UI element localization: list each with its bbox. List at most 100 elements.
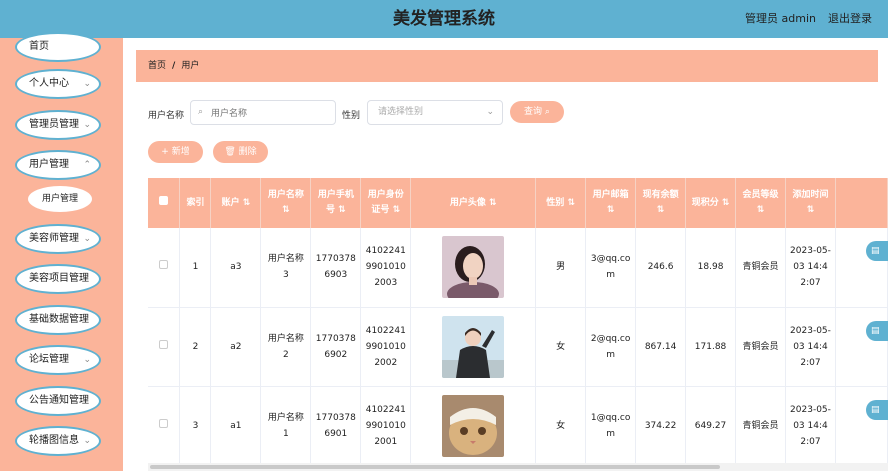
sort-icon[interactable]: ⇅ — [657, 205, 665, 215]
sidebar: 首页 个人中心 ⌄ 管理员管理 ⌄ 用户管理 ⌃ 用户管理 美容师管理 ⌄ 美容项目管理… — [0, 32, 123, 471]
column-header[interactable]: 用户名称 ⇅ — [260, 178, 312, 228]
select-all-checkbox[interactable] — [148, 178, 181, 228]
sort-icon[interactable]: ⇅ — [393, 205, 401, 215]
chevron-down-icon: ⌄ — [83, 79, 91, 89]
sidebar-item-basic-data[interactable]: 基础数据管理 — [15, 305, 101, 335]
table-row: 2 a2 用户名称2 17703786902 41022419901010200… — [148, 307, 888, 387]
name-search-input[interactable] — [191, 102, 335, 126]
actions-column-header — [835, 178, 888, 228]
sort-icon[interactable]: ⇅ — [282, 205, 290, 215]
detail-icon: ▤ — [871, 326, 880, 336]
sidebar-subitem-users[interactable]: 用户管理 — [28, 186, 92, 212]
sidebar-item-users[interactable]: 用户管理 ⌃ — [15, 150, 101, 180]
sort-icon[interactable]: ⇅ — [338, 205, 346, 215]
row-checkbox[interactable] — [148, 228, 181, 308]
column-header-label: 性别 — [546, 197, 565, 208]
column-header-label: 用户手机号 — [317, 190, 354, 215]
cell-index: 2 — [179, 307, 212, 387]
sort-icon[interactable]: ⇅ — [243, 198, 251, 208]
column-header[interactable]: 现积分 ⇅ — [685, 178, 737, 228]
cell-points: 649.27 — [685, 386, 737, 466]
breadcrumb-home[interactable]: 首页 — [148, 61, 166, 71]
name-search-label: 用户名称 — [148, 111, 185, 121]
cell-time: 2023-05-03 14:42:07 — [785, 386, 836, 466]
table-header-row: 索引 账户 ⇅ 用户名称 ⇅ 用户手机号 ⇅ 用户身份证号 ⇅ 用户头像 ⇅ 性… — [148, 178, 888, 228]
sidebar-item-label: 首页 — [29, 41, 49, 52]
sidebar-item-label: 个人中心 — [29, 78, 69, 89]
row-action-button[interactable]: ▤ — [866, 241, 888, 261]
sidebar-item-label: 美容项目管理 — [29, 273, 89, 284]
column-header[interactable]: 会员等级 ⇅ — [735, 178, 786, 228]
cell-account: a1 — [210, 386, 262, 466]
table-row: 3 a1 用户名称1 17703786901 41022419901010200… — [148, 386, 888, 466]
gender-select-placeholder: 请选择性别 — [378, 107, 424, 117]
sort-icon[interactable]: ⇅ — [757, 205, 765, 215]
column-header[interactable]: 现有余额 ⇅ — [635, 178, 687, 228]
column-header: 索引 — [179, 178, 212, 228]
sort-icon[interactable]: ⇅ — [807, 205, 815, 215]
row-checkbox[interactable] — [148, 307, 181, 387]
sidebar-item-label: 轮播图信息 — [29, 435, 79, 446]
sidebar-item-profile[interactable]: 个人中心 ⌄ — [15, 69, 101, 99]
column-header[interactable]: 用户身份证号 ⇅ — [360, 178, 412, 228]
cell-level: 青铜会员 — [735, 307, 786, 387]
sidebar-item-stylists[interactable]: 美容师管理 ⌄ — [15, 224, 101, 254]
sort-icon[interactable]: ⇅ — [607, 205, 615, 215]
cell-index: 3 — [179, 386, 212, 466]
chevron-down-icon: ⌄ — [83, 120, 91, 130]
table-row: 1 a3 用户名称3 17703786903 41022419901010200… — [148, 228, 888, 308]
cell-id-card: 410224199010102002 — [360, 307, 412, 387]
logout-button[interactable]: 退出登录 — [828, 0, 872, 38]
sidebar-item-forum[interactable]: 论坛管理 ⌄ — [15, 345, 101, 375]
sidebar-item-notices[interactable]: 公告通知管理 — [15, 386, 101, 416]
query-button[interactable]: 查询 ⌕ — [510, 101, 564, 123]
cell-name: 用户名称1 — [260, 386, 312, 466]
name-search-field[interactable]: ⌕ — [190, 100, 336, 126]
detail-icon: ▤ — [871, 246, 880, 256]
column-header[interactable]: 添加时间 ⇅ — [785, 178, 836, 228]
sidebar-item-admin[interactable]: 管理员管理 ⌄ — [15, 110, 101, 140]
cell-avatar — [410, 386, 537, 466]
detail-icon: ▤ — [871, 405, 880, 415]
scrollbar-thumb[interactable] — [150, 465, 720, 469]
column-header-label: 用户名称 — [267, 190, 304, 200]
row-checkbox[interactable] — [148, 386, 181, 466]
gender-select[interactable]: 请选择性别 ⌄ — [367, 100, 503, 125]
sidebar-item-label: 美容师管理 — [29, 233, 79, 244]
sidebar-item-home[interactable]: 首页 — [15, 32, 101, 62]
column-header[interactable]: 用户头像 ⇅ — [410, 178, 537, 228]
cell-phone: 17703786903 — [310, 228, 362, 308]
cell-email: 1@qq.com — [585, 386, 637, 466]
row-action-button[interactable]: ▤ — [866, 400, 888, 420]
cell-actions — [835, 228, 888, 308]
breadcrumb: 首页 / 用户 — [136, 50, 878, 82]
column-header[interactable]: 性别 ⇅ — [535, 178, 587, 228]
sidebar-item-label: 基础数据管理 — [29, 314, 89, 325]
horizontal-scrollbar[interactable] — [148, 463, 888, 471]
cell-time: 2023-05-03 14:42:07 — [785, 307, 836, 387]
column-header[interactable]: 用户邮箱 ⇅ — [585, 178, 637, 228]
breadcrumb-current: 用户 — [181, 61, 200, 71]
column-header[interactable]: 用户手机号 ⇅ — [310, 178, 362, 228]
user-avatar-image — [442, 394, 505, 457]
delete-button[interactable]: 🗑 删除 — [213, 141, 268, 163]
cell-gender: 男 — [535, 228, 587, 308]
row-action-button[interactable]: ▤ — [866, 321, 888, 341]
sort-icon[interactable]: ⇅ — [489, 198, 497, 208]
plus-icon: + — [161, 147, 169, 157]
column-header-label: 用户邮箱 — [592, 190, 629, 200]
cell-account: a2 — [210, 307, 262, 387]
column-header-label: 现积分 — [691, 197, 719, 208]
trash-icon: 🗑 — [224, 147, 236, 157]
column-header[interactable]: 账户 ⇅ — [210, 178, 262, 228]
cell-name: 用户名称3 — [260, 228, 312, 308]
add-button[interactable]: + 新增 — [148, 141, 203, 163]
sidebar-item-carousel[interactable]: 轮播图信息 ⌄ — [15, 426, 101, 456]
cell-balance: 374.22 — [635, 386, 687, 466]
sidebar-item-projects[interactable]: 美容项目管理 — [15, 264, 101, 294]
cell-avatar — [410, 307, 537, 387]
user-avatar-image — [442, 315, 505, 378]
cell-avatar — [410, 228, 537, 308]
sort-icon[interactable]: ⇅ — [567, 198, 575, 208]
sort-icon[interactable]: ⇅ — [722, 198, 730, 208]
